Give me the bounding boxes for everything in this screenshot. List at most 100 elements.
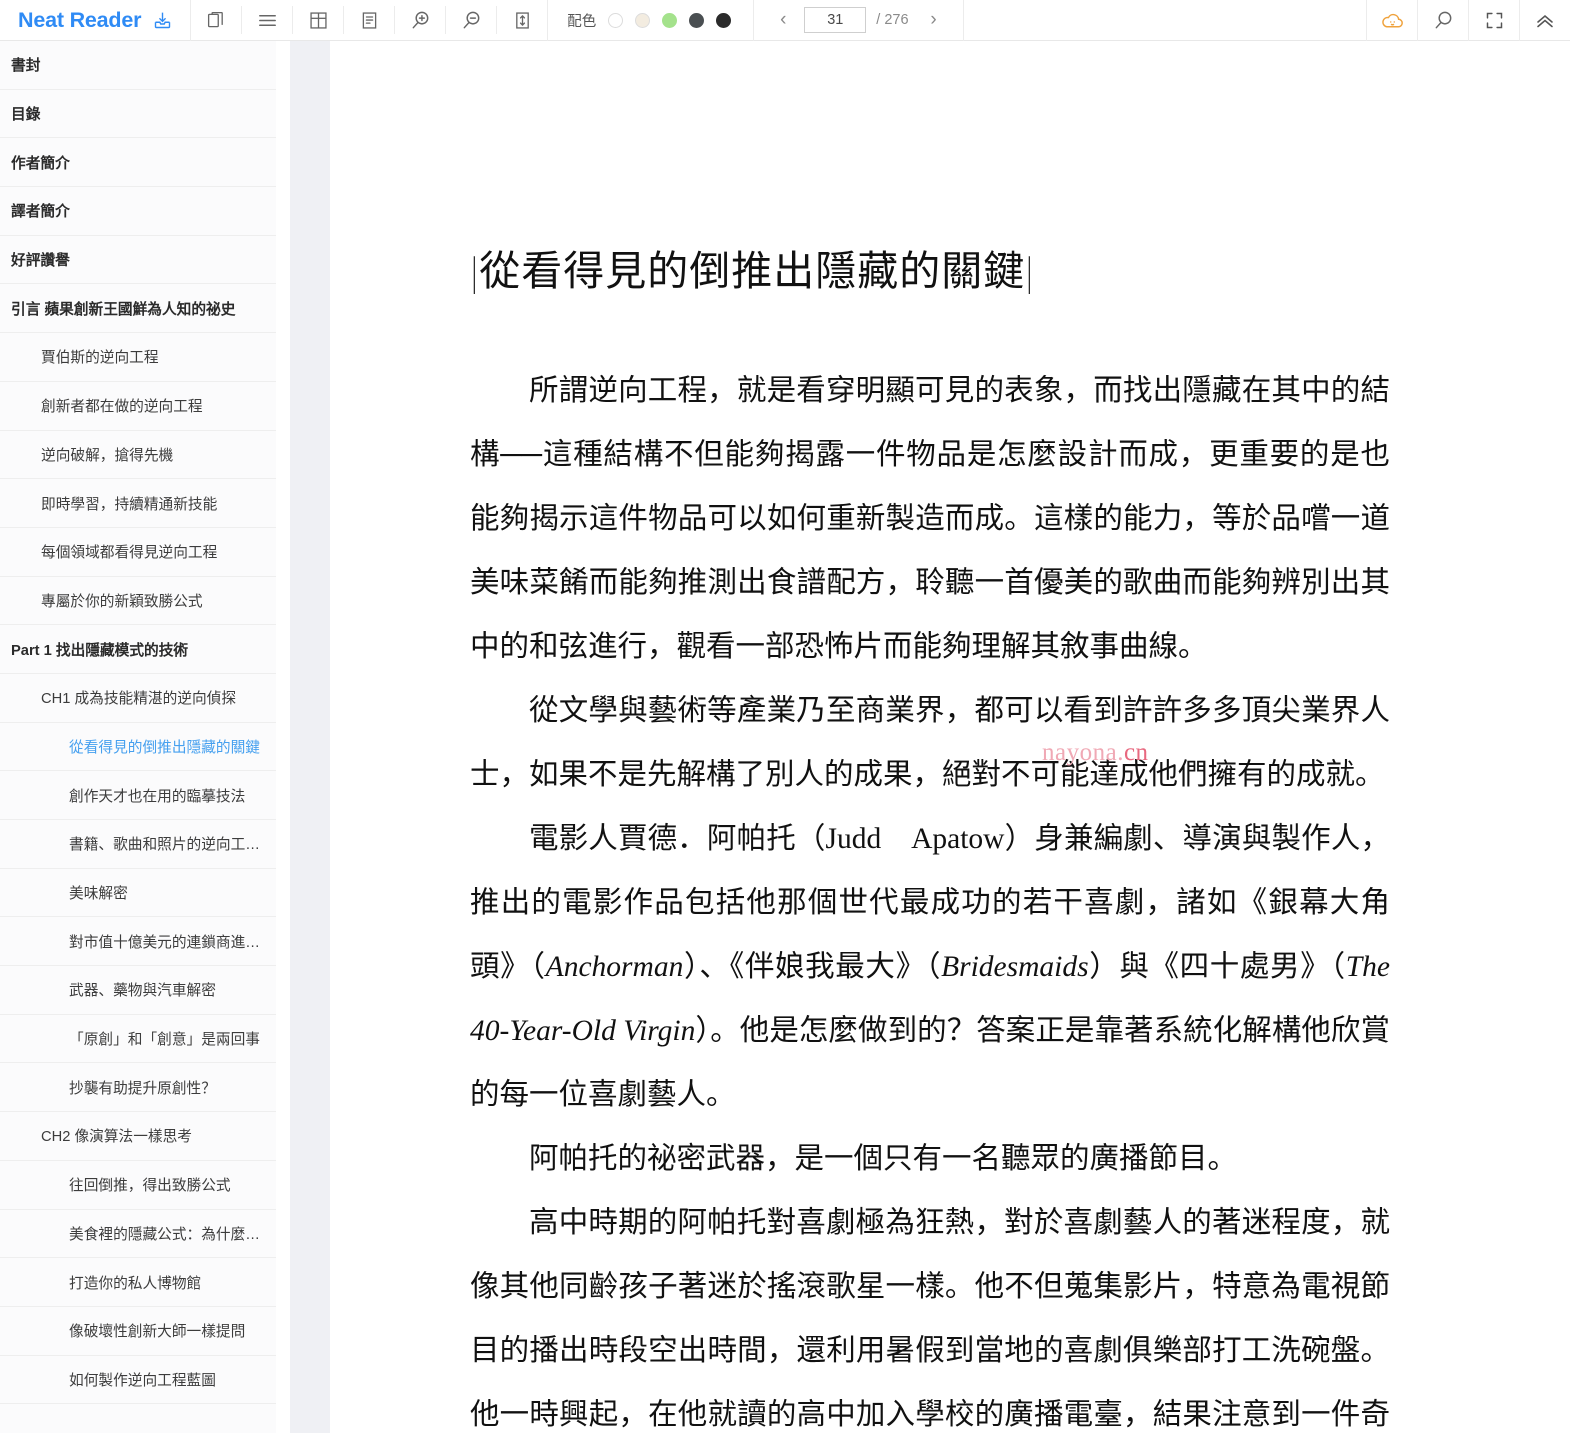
sidebar-item[interactable]: 抄襲有助提升原創性？ xyxy=(0,1063,276,1113)
theme-white-swatch[interactable] xyxy=(608,12,624,28)
theme-black-swatch[interactable] xyxy=(716,12,732,28)
sidebar-item-label: 武器、藥物與汽車解密 xyxy=(69,983,216,1000)
sidebar-item-label: 美食裡的隱藏公式：為什麼… xyxy=(69,1226,260,1243)
paragraph: 所謂逆向工程，就是看穿明顯可見的表象，而找出隱藏在其中的結構──這種結構不但能夠… xyxy=(470,375,1390,663)
paragraph: 從文學與藝術等產業乃至商業界，都可以看到許許多多頂尖業界人士，如果不是先解構了別… xyxy=(470,695,1390,791)
sidebar-item-label: Part 1 找出隱藏模式的技術 xyxy=(11,642,189,659)
line-height-icon[interactable] xyxy=(497,0,547,41)
copy-book-icon[interactable] xyxy=(191,0,241,41)
color-theme-label: 配色 xyxy=(567,13,597,30)
sidebar-item-label: 像破壞性創新大師一樣提問 xyxy=(69,1324,246,1341)
sidebar-item-label: 每個領域都看得見逆向工程 xyxy=(41,545,218,562)
sidebar-item[interactable]: 往回倒推，得出致勝公式 xyxy=(0,1161,276,1210)
page-total-label: / 276 xyxy=(876,12,909,28)
theme-green-swatch[interactable] xyxy=(662,12,678,28)
sidebar-item-label: 譯者簡介 xyxy=(11,204,70,221)
collapse-toolbar-icon[interactable] xyxy=(1520,0,1570,41)
sidebar-item-label: CH1 成為技能精湛的逆向偵探 xyxy=(41,691,237,708)
color-theme-swatches xyxy=(608,12,753,28)
title-bar-right: | xyxy=(1027,248,1033,294)
page-content: |從看得見的倒推出隱藏的關鍵| 所謂逆向工程，就是看穿明顯可見的表象，而找出隱藏… xyxy=(470,41,1390,1433)
sidebar-item-label: 抄襲有助提升原創性？ xyxy=(69,1080,216,1097)
reader-page: |從看得見的倒推出隱藏的關鍵| 所謂逆向工程，就是看穿明顯可見的表象，而找出隱藏… xyxy=(330,41,1570,1433)
sidebar-item[interactable]: 作者簡介 xyxy=(0,138,276,188)
sidebar-item[interactable]: Part 1 找出隱藏模式的技術 xyxy=(0,625,276,674)
sidebar-item[interactable]: 美味解密 xyxy=(0,869,276,918)
sidebar-item-label: 即時學習，持續精通新技能 xyxy=(41,496,218,513)
sidebar-item[interactable]: 「原創」和「創意」是兩回事 xyxy=(0,1015,276,1064)
next-page-button[interactable]: › xyxy=(919,2,949,38)
list-view-icon[interactable] xyxy=(242,0,292,41)
sidebar-item-label: 創作天才也在用的臨摹技法 xyxy=(69,788,246,805)
search-icon[interactable] xyxy=(1418,0,1468,41)
sidebar-item[interactable]: 像破壞性創新大師一樣提問 xyxy=(0,1307,276,1356)
sidebar-item-label: 「原創」和「創意」是兩回事 xyxy=(69,1032,260,1049)
sidebar-item[interactable]: 引言 蘋果創新王國鮮為人知的祕史 xyxy=(0,284,276,334)
sidebar-item-label: 專屬於你的新穎致勝公式 xyxy=(41,593,203,610)
fullscreen-icon[interactable] xyxy=(1469,0,1519,41)
sidebar-gutter xyxy=(276,41,290,1433)
sidebar-item[interactable]: 書封 xyxy=(0,41,276,90)
sidebar-item[interactable]: 每個領域都看得見逆向工程 xyxy=(0,528,276,577)
sidebar-item[interactable]: CH2 像演算法一樣思考 xyxy=(0,1112,276,1161)
sidebar-item[interactable]: 逆向破解，搶得先機 xyxy=(0,431,276,480)
page-navigator: ‹ / 276 › xyxy=(754,2,962,38)
top-toolbar: Neat Reader 配色 ‹ 31 / 276 › xyxy=(0,0,1570,41)
zoom-in-icon[interactable] xyxy=(395,0,445,41)
title-bar-left: | xyxy=(471,248,478,294)
sidebar-item-label: 賈伯斯的逆向工程 xyxy=(41,350,159,367)
theme-dark-gray-swatch[interactable] xyxy=(689,12,705,28)
sidebar-item[interactable]: 創新者都在做的逆向工程 xyxy=(0,382,276,431)
sidebar-item-label: 書籍、歌曲和照片的逆向工… xyxy=(69,837,260,854)
chapter-title-text: 從看得見的倒推出隱藏的關鍵 xyxy=(479,248,1026,294)
page-number-input[interactable] xyxy=(804,7,867,33)
reader-scroll-track[interactable] xyxy=(290,41,330,1433)
sidebar-item-label: 目錄 xyxy=(11,107,41,124)
sidebar-item[interactable]: 如何製作逆向工程藍圖 xyxy=(0,1356,276,1405)
app-brand[interactable]: Neat Reader xyxy=(0,0,190,41)
sidebar-item-label: 從看得見的倒推出隱藏的關鍵 xyxy=(69,739,260,756)
sidebar-item-label: CH2 像演算法一樣思考 xyxy=(41,1129,192,1146)
sidebar-item-label: 往回倒推，得出致勝公式 xyxy=(69,1178,231,1195)
sidebar-item-label: 引言 蘋果創新王國鮮為人知的祕史 xyxy=(11,301,236,318)
paragraph: 高中時期的阿帕托對喜劇極為狂熱，對於喜劇藝人的著迷程度，就像其他同齡孩子著迷於搖… xyxy=(470,1207,1390,1431)
sidebar-item[interactable]: 武器、藥物與汽車解密 xyxy=(0,966,276,1015)
paragraph: 阿帕托的祕密武器，是一個只有一名聽眾的廣播節目。 xyxy=(529,1143,1238,1175)
sidebar-item-label: 如何製作逆向工程藍圖 xyxy=(69,1372,216,1389)
neat-reader-window: Neat Reader 配色 ‹ 31 / 276 › 書封 目錄 作者簡介 譯… xyxy=(0,0,1570,1433)
page-title: |從看得見的倒推出隱藏的關鍵| xyxy=(470,237,1390,297)
note-view-icon[interactable] xyxy=(344,0,394,41)
chapter-body: 所謂逆向工程，就是看穿明顯可見的表象，而找出隱藏在其中的結構──這種結構不但能夠… xyxy=(470,359,1390,1433)
sidebar-item[interactable]: 即時學習，持續精通新技能 xyxy=(0,479,276,528)
app-title: Neat Reader xyxy=(18,7,142,32)
sidebar-item-label: 對市值十億美元的連鎖商進… xyxy=(69,934,260,951)
sidebar-item[interactable]: 從看得見的倒推出隱藏的關鍵 xyxy=(0,723,276,772)
sidebar-item-label: 逆向破解，搶得先機 xyxy=(41,447,174,464)
sidebar-item[interactable]: 對市值十億美元的連鎖商進… xyxy=(0,917,276,967)
sidebar-item[interactable]: 目錄 xyxy=(0,90,276,139)
paragraph: 電影人賈德．阿帕托（Judd Apatow）身兼編劇、導演與製作人，推出的電影作… xyxy=(470,823,1390,1111)
sidebar-item[interactable]: 美食裡的隱藏公式：為什麼… xyxy=(0,1210,276,1259)
sidebar-item[interactable]: 打造你的私人博物館 xyxy=(0,1258,276,1307)
sidebar-item-label: 創新者都在做的逆向工程 xyxy=(41,399,203,416)
sidebar-item[interactable]: 專屬於你的新穎致勝公式 xyxy=(0,577,276,626)
sidebar-item-label: 好評讚譽 xyxy=(11,253,70,270)
table-of-contents-sidebar[interactable]: 書封目錄作者簡介譯者簡介好評讚譽引言 蘋果創新王國鮮為人知的祕史賈伯斯的逆向工程… xyxy=(0,41,276,1433)
sidebar-item-label: 打造你的私人博物館 xyxy=(69,1275,202,1292)
sidebar-item[interactable]: 譯者簡介 xyxy=(0,187,276,236)
sidebar-item[interactable]: 好評讚譽 xyxy=(0,236,276,285)
theme-cream-swatch[interactable] xyxy=(635,12,651,28)
sidebar-item[interactable]: 創作天才也在用的臨摹技法 xyxy=(0,771,276,820)
prev-page-button[interactable]: ‹ xyxy=(768,2,798,38)
zoom-out-icon[interactable] xyxy=(446,0,496,41)
sidebar-item[interactable]: CH1 成為技能精湛的逆向偵探 xyxy=(0,674,276,723)
sidebar-item-label: 作者簡介 xyxy=(11,155,70,172)
sidebar-item-label: 美味解密 xyxy=(69,886,128,903)
sidebar-item[interactable]: 書籍、歌曲和照片的逆向工… xyxy=(0,820,276,869)
cloud-sync-icon[interactable] xyxy=(1367,0,1417,41)
sidebar-item-label: 書封 xyxy=(11,58,41,75)
sidebar-item[interactable]: 賈伯斯的逆向工程 xyxy=(0,333,276,382)
grid-view-icon[interactable] xyxy=(293,0,343,41)
save-to-library-icon[interactable] xyxy=(152,10,173,31)
